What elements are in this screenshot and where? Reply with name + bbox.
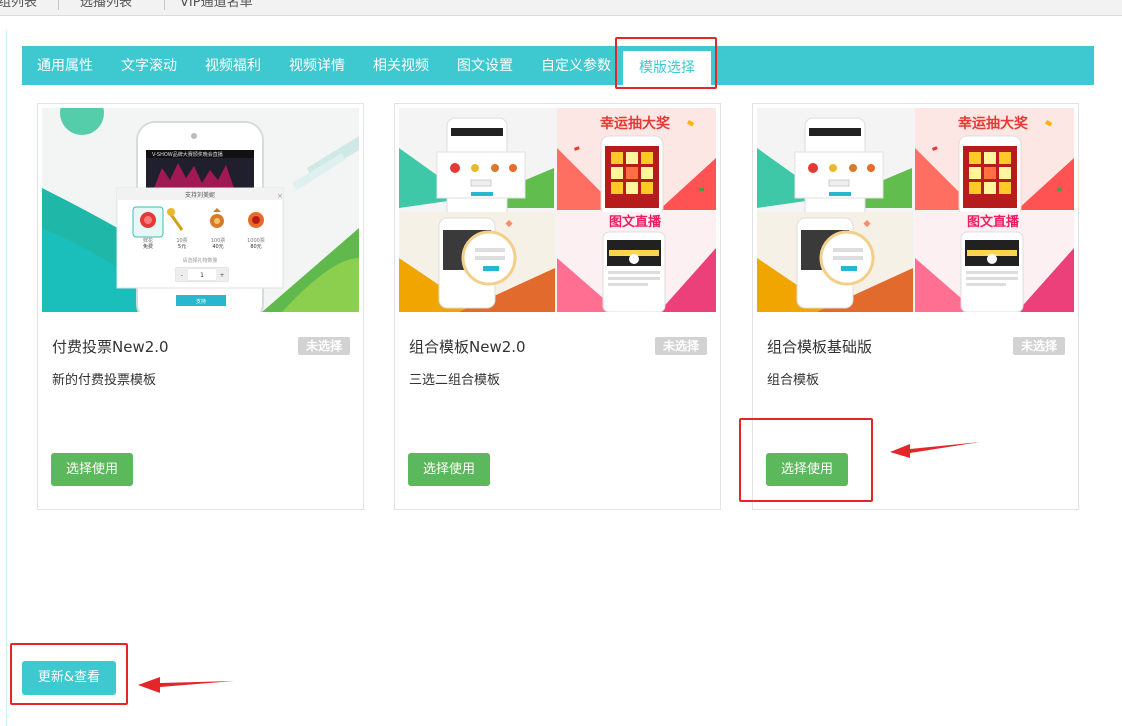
template-name: 组合模板基础版 [767, 338, 873, 356]
svg-text:-: - [181, 272, 183, 279]
tab-graphic-settings[interactable]: 图文设置 [457, 46, 513, 85]
template-name: 组合模板New2.0 [409, 338, 526, 356]
template-card-combo-v2: 幸运抽大奖 图文直播 组合模板New2.0 未选择 三选二组合模板 选择使用 [394, 103, 721, 510]
select-use-button[interactable]: 选择使用 [51, 453, 133, 486]
tab-custom-params[interactable]: 自定义参数 [541, 46, 611, 85]
qty-hint: 请选择礼物数量 [182, 257, 217, 264]
status-badge: 未选择 [1012, 337, 1065, 355]
template-name: 付费投票New2.0 [52, 338, 169, 356]
template-card-combo-basic: 幸运抽大奖 图文直播 组合模板基础版 未选择 组合模板 选择使用 [752, 103, 1079, 510]
left-guide-line [6, 30, 7, 726]
template-preview-image: 幸运抽大奖 图文直播 [757, 108, 1074, 312]
tab-general[interactable]: 通用属性 [37, 46, 93, 85]
gift-3-price: 40元 [212, 244, 223, 250]
svg-text:+: + [219, 272, 224, 279]
template-card-paid-vote: V-SHOW品牌大赛颁奖晚会直播 支持刘美妮 × 鲜花 免费 10票 5元 10… [37, 103, 364, 510]
tab-template-select[interactable]: 模版选择 [623, 49, 711, 85]
annotation-arrow-icon [138, 677, 234, 693]
banner-lottery: 幸运抽大奖 [600, 115, 671, 132]
template-description: 新的付费投票模板 [52, 373, 157, 388]
crumb-separator [164, 0, 165, 10]
status-badge: 未选择 [654, 337, 707, 355]
update-and-view-button[interactable]: 更新&查看 [22, 661, 116, 695]
template-preview-image: 幸运抽大奖 图文直播 [399, 108, 716, 312]
qty-value: 1 [200, 272, 204, 279]
top-breadcrumb-strip: 组列表 选播列表 VIP通道名单 [0, 0, 1122, 16]
crumb-vod-list[interactable]: 选播列表 [80, 0, 132, 10]
paid-vote-preview: V-SHOW品牌大赛颁奖晚会直播 支持刘美妮 × 鲜花 免费 10票 5元 10… [42, 108, 359, 312]
settings-tab-bar: 通用属性 文字滚动 视频福利 视频详情 相关视频 图文设置 自定义参数 模版选择 [22, 46, 1094, 85]
banner-live-graphic: 图文直播 [967, 214, 1020, 230]
gift-1-price: 免费 [143, 243, 153, 250]
select-use-button[interactable]: 选择使用 [766, 453, 848, 486]
tab-related-videos[interactable]: 相关视频 [373, 46, 429, 85]
combo-basic-preview: 幸运抽大奖 图文直播 [757, 108, 1074, 312]
gift-1-name: 鲜花 [143, 237, 153, 244]
crumb-separator [58, 0, 59, 10]
gift-4-price: 80元 [250, 244, 261, 250]
status-badge: 未选择 [297, 337, 350, 355]
select-use-button[interactable]: 选择使用 [408, 453, 490, 486]
phone-title: V-SHOW品牌大赛颁奖晚会直播 [152, 151, 223, 158]
template-description: 组合模板 [767, 373, 820, 388]
modal-title: 支持刘美妮 [185, 191, 215, 199]
tab-video-benefits[interactable]: 视频福利 [205, 46, 261, 85]
template-description: 三选二组合模板 [409, 373, 501, 388]
tab-text-scroll[interactable]: 文字滚动 [121, 46, 177, 85]
gift-2-price: 5元 [178, 244, 186, 250]
confirm-label: 支持 [196, 298, 206, 305]
template-preview-image: V-SHOW品牌大赛颁奖晚会直播 支持刘美妮 × 鲜花 免费 10票 5元 10… [42, 108, 359, 312]
modal-close-icon: × [277, 192, 283, 200]
combo-preview: 幸运抽大奖 图文直播 [399, 108, 716, 312]
banner-lottery: 幸运抽大奖 [958, 115, 1029, 132]
tab-video-details[interactable]: 视频详情 [289, 46, 345, 85]
crumb-vip-list[interactable]: VIP通道名单 [180, 0, 253, 10]
banner-live-graphic: 图文直播 [609, 214, 662, 230]
crumb-group-list[interactable]: 组列表 [0, 0, 37, 10]
